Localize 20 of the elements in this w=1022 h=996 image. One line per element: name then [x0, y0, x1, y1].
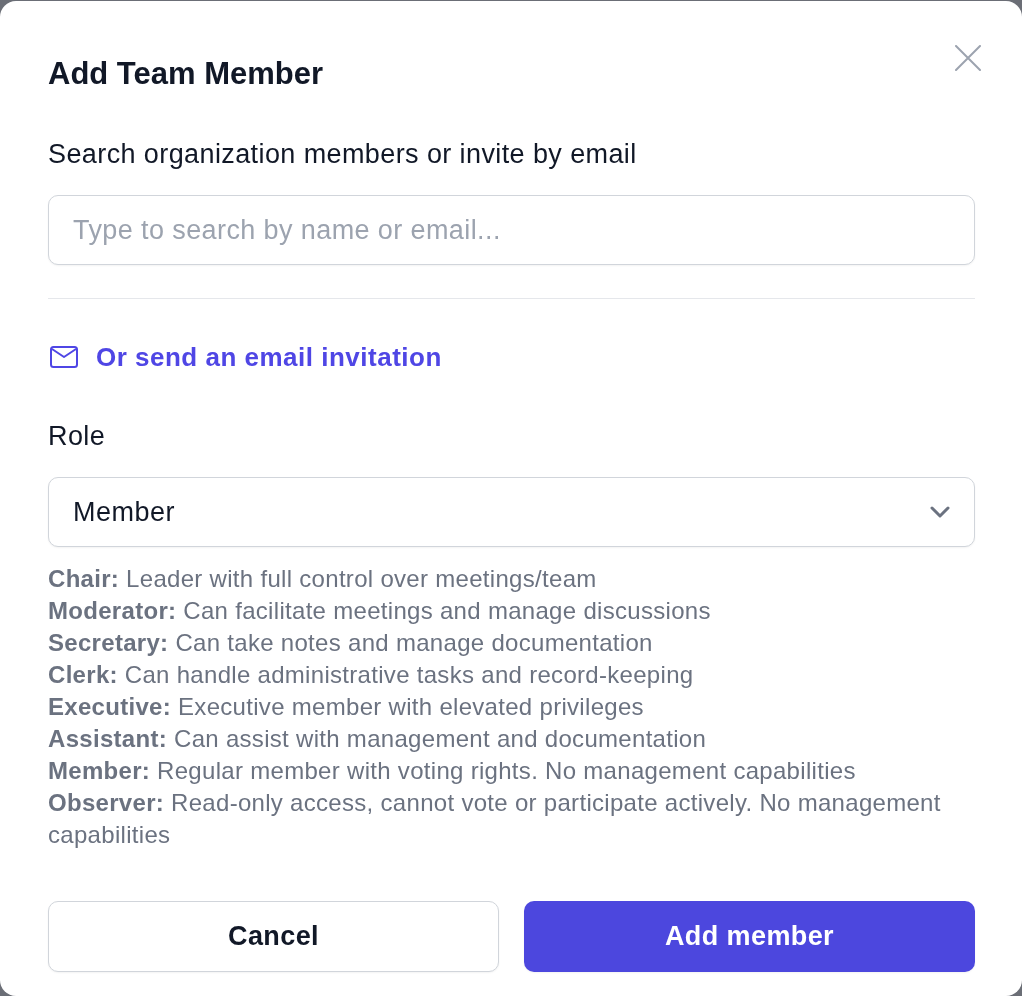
close-icon: [955, 45, 981, 71]
search-label: Search organization members or invite by email: [48, 139, 638, 169]
role-description: Assistant: Can assist with management and documentation: [48, 724, 708, 754]
role-select-value: Member: [73, 496, 176, 528]
role-description: Member: Regular member with voting rights. No management capabilities: [48, 756, 857, 786]
role-description: Observer: Read-only access, cannot vote or participate actively. No management capabilities: [48, 788, 942, 850]
role-description: Executive: Executive member with elevated privileges: [48, 692, 645, 722]
chevron-down-icon: [930, 506, 950, 518]
role-description: Chair: Leader with full control over meetings/team: [48, 564, 598, 594]
add-member-button[interactable]: Add member: [524, 901, 975, 972]
search-field[interactable]: Type to search by name or email...: [48, 195, 975, 265]
close-button[interactable]: [955, 45, 981, 71]
dialog-title: Add Team Member: [48, 56, 324, 92]
role-select[interactable]: Member: [48, 477, 975, 547]
role-description: Moderator: Can facilitate meetings and manage discussions: [48, 596, 712, 626]
envelope-icon: [50, 346, 78, 368]
role-label: Role: [48, 421, 107, 451]
cancel-button[interactable]: Cancel: [48, 901, 499, 972]
role-description: Clerk: Can handle administrative tasks and record-keeping: [48, 660, 695, 690]
role-description: Secretary: Can take notes and manage documentation: [48, 628, 654, 658]
